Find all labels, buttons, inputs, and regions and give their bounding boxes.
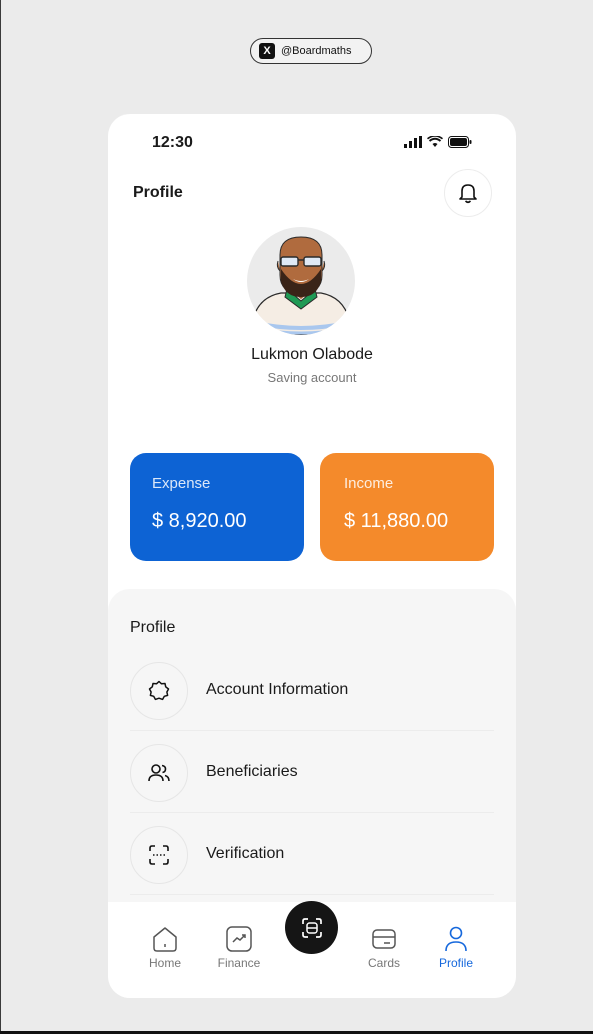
users-icon [148,764,170,782]
card-icon [372,929,396,949]
bell-icon [459,184,477,204]
tab-label: Profile [438,956,473,970]
badge-icon [148,680,170,701]
wifi-icon [427,136,443,147]
menu-item-label: Beneficiaries [206,763,298,780]
menu-item-label: Account Information [206,681,349,698]
scan-icon [301,917,322,938]
income-card[interactable]: Income $ 11,880.00 [320,453,494,561]
x-logo-icon: X [259,43,275,59]
tab-label: Finance [217,956,261,970]
tab-cards[interactable]: Cards [352,924,416,970]
menu-icon-wrapper [130,744,188,802]
menu-item-label: Verification [206,845,285,862]
author-handle: @Boardmaths [281,45,352,57]
menu-item-account-information[interactable]: Account Information [130,651,494,731]
menu-section-title: Profile [130,619,176,636]
avatar-illustration [252,236,350,335]
tab-profile[interactable]: Profile [424,924,488,970]
menu-icon-wrapper [130,826,188,884]
card-label: Income [344,475,394,492]
status-time: 12:30 [152,134,193,151]
divider [130,812,494,813]
card-amount: $ 8,920.00 [152,510,247,532]
tab-label: Home [148,956,181,970]
divider [130,730,494,731]
menu-icon-wrapper [130,662,188,720]
card-label: Expense [152,475,211,492]
status-icons [404,136,472,148]
avatar [247,227,355,335]
user-icon [445,926,467,952]
tab-home[interactable]: Home [133,924,197,970]
card-amount: $ 11,880.00 [344,510,449,532]
page-title: Profile [133,184,183,201]
menu-item-verification[interactable]: Verification [130,815,494,895]
tab-label: Cards [367,956,400,970]
account-type: Saving account [267,370,357,385]
home-icon [153,927,177,952]
menu-item-beneficiaries[interactable]: Beneficiaries [130,733,494,813]
scan-action-button[interactable] [285,901,338,954]
divider [130,894,494,895]
frame-edge [0,0,1,1034]
profile-menu: Profile Account Information Beneficiarie… [108,589,516,919]
phone-screen: 12:30 Profile Lukmon Olabode Saving acco… [108,114,516,998]
expense-card[interactable]: Expense $ 8,920.00 [130,453,304,561]
user-name: Lukmon Olabode [251,346,373,363]
author-badge[interactable]: X @Boardmaths [250,38,372,64]
signal-icon [404,136,422,148]
battery-icon [448,136,472,148]
tab-finance[interactable]: Finance [207,924,271,970]
notification-button[interactable] [444,169,492,217]
scan-icon [149,845,169,865]
chart-icon [226,926,252,952]
